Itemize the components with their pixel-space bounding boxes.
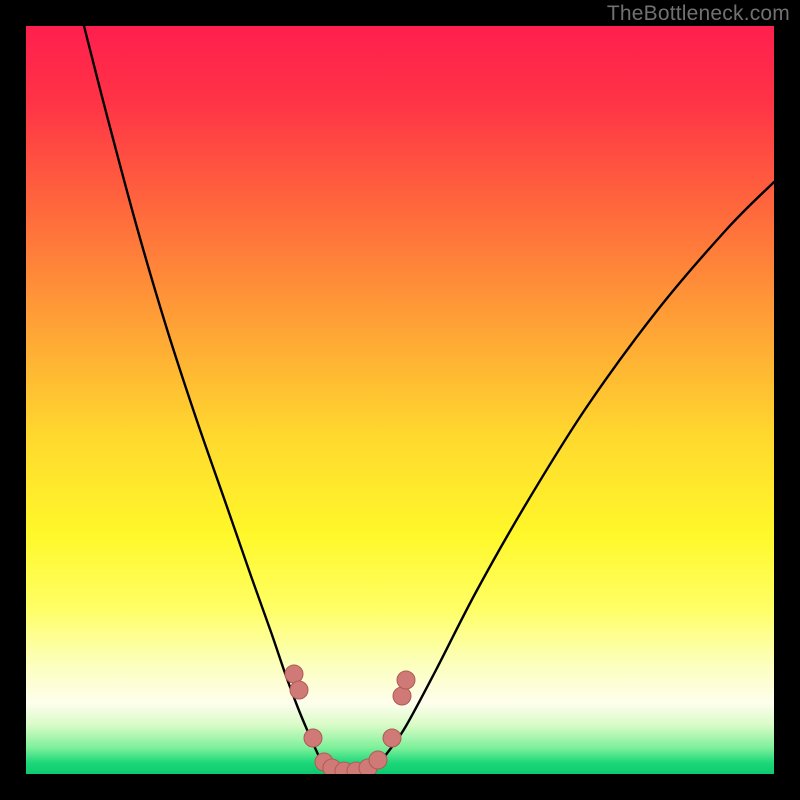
marker-valley-right-2: [369, 751, 387, 769]
outer-frame: TheBottleneck.com: [0, 0, 800, 800]
marker-right-upper-2: [397, 671, 415, 689]
marker-left-lower: [304, 729, 322, 747]
marker-left-upper-2: [290, 681, 308, 699]
curve-markers: [285, 665, 415, 774]
marker-right-lower: [383, 729, 401, 747]
watermark-text: TheBottleneck.com: [607, 2, 790, 26]
curve-layer: [26, 26, 774, 774]
marker-left-upper-1: [285, 665, 303, 683]
plot-area: [26, 26, 774, 774]
bottleneck-curve: [84, 26, 774, 773]
marker-right-upper-1: [393, 687, 411, 705]
